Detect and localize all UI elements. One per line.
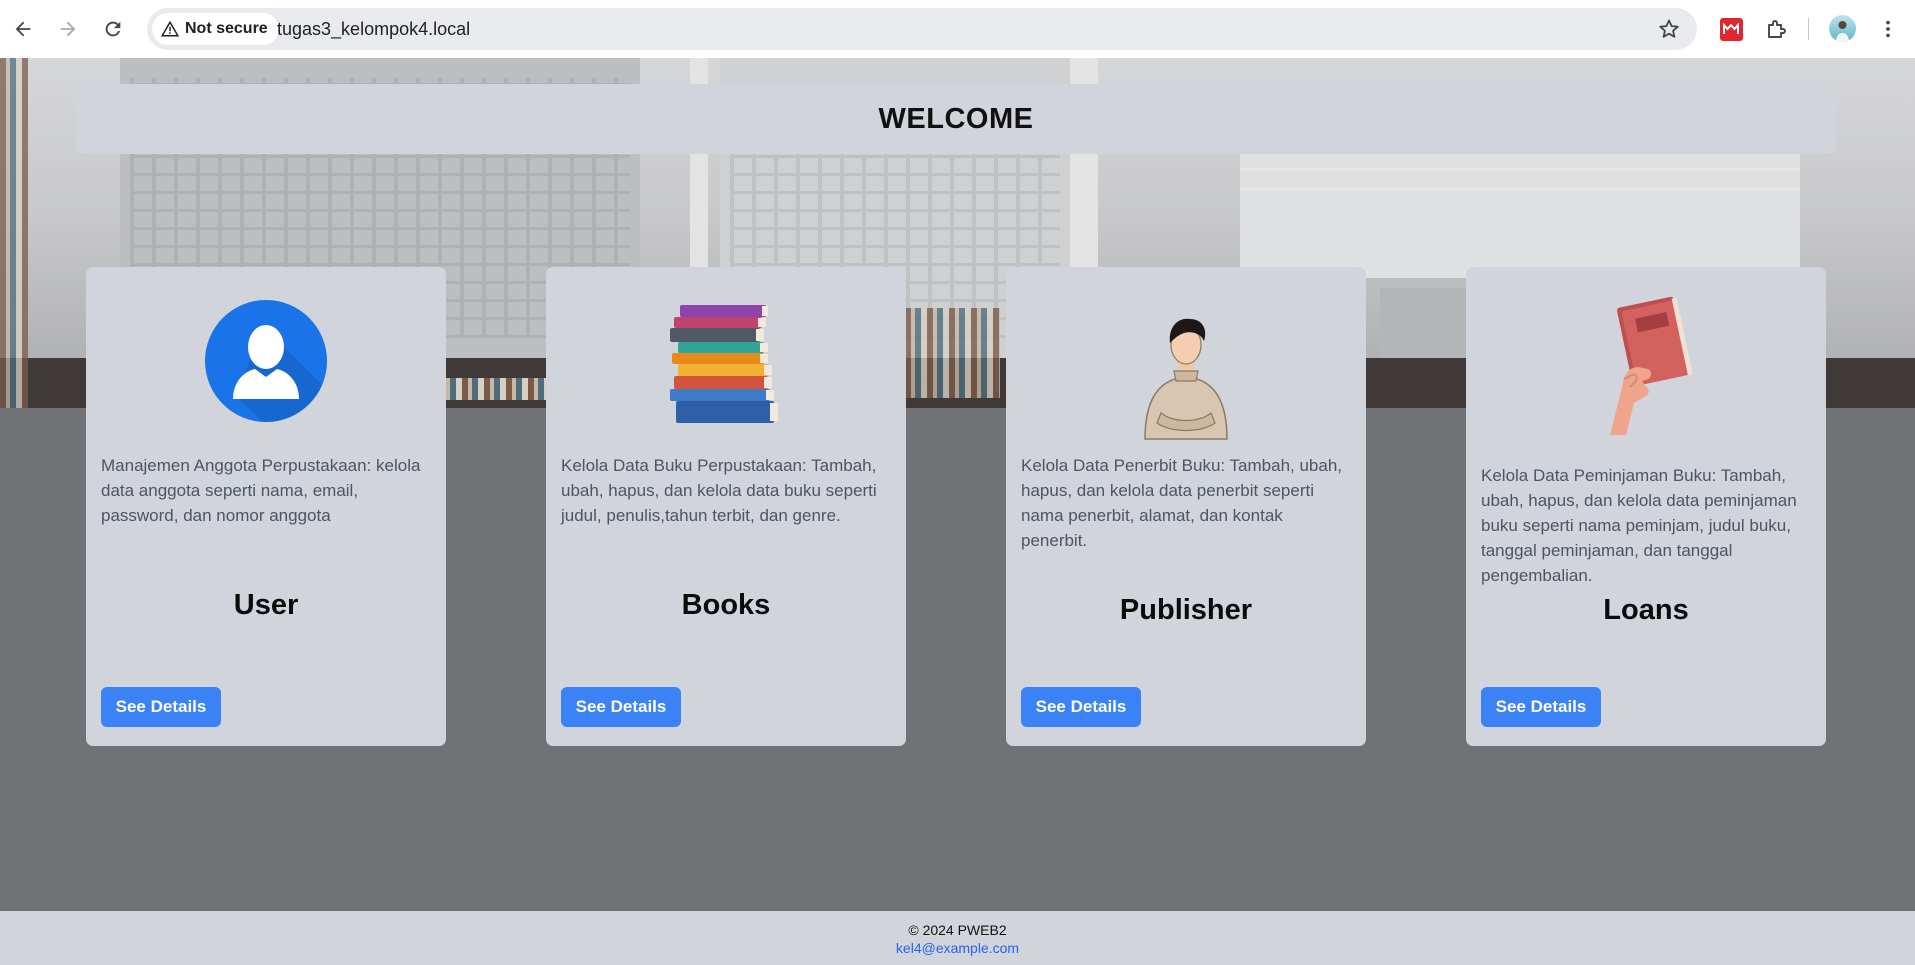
card-description: Kelola Data Peminjaman Buku: Tambah, uba…: [1481, 466, 1797, 585]
kebab-menu-icon: [1886, 20, 1890, 38]
card-description: Manajemen Anggota Perpustakaan: kelola d…: [101, 456, 421, 525]
page-footer: © 2024 PWEB2 kel4@example.com: [0, 911, 1915, 965]
warning-triangle-icon: [161, 20, 179, 37]
forward-arrow-icon: [60, 21, 76, 37]
back-button[interactable]: [6, 12, 40, 46]
hand-holding-book-illustration: [1466, 295, 1826, 435]
bookmark-star-icon[interactable]: [1657, 17, 1681, 41]
card-description: Kelola Data Penerbit Buku: Tambah, ubah,…: [1021, 456, 1343, 550]
address-bar[interactable]: Not secure tugas3_kelompok4.local: [147, 8, 1697, 50]
url-text[interactable]: tugas3_kelompok4.local: [277, 19, 470, 40]
card-books: Kelola Data Buku Perpustakaan: Tambah, u…: [546, 267, 906, 746]
card-title: Books: [681, 589, 771, 621]
card-title: Loans: [1603, 594, 1689, 626]
person-illustration: [1006, 315, 1366, 455]
card-loans: Kelola Data Peminjaman Buku: Tambah, uba…: [1466, 267, 1826, 746]
book-stack-illustration: [546, 303, 906, 443]
browser-toolbar: Not secure tugas3_kelompok4.local: [0, 0, 1915, 58]
publisher-see-details-button[interactable]: See Details: [1021, 687, 1141, 727]
footer-copyright: © 2024 PWEB2: [908, 922, 1007, 938]
welcome-banner: WELCOME: [76, 84, 1836, 154]
extension-red-icon: [1719, 17, 1743, 41]
card-publisher: Kelola Data Penerbit Buku: Tambah, ubah,…: [1006, 267, 1366, 746]
forward-button[interactable]: [51, 12, 85, 46]
page-title: WELCOME: [878, 102, 1034, 135]
card-title: Publisher: [1119, 594, 1253, 626]
user-see-details-button[interactable]: See Details: [101, 687, 221, 727]
site-security-chip[interactable]: Not secure: [152, 13, 279, 45]
reload-icon: [105, 21, 121, 37]
card-title: User: [233, 589, 299, 621]
loans-see-details-button[interactable]: See Details: [1481, 687, 1601, 727]
user-silhouette-icon: [86, 299, 446, 439]
extensions-button[interactable]: [1762, 14, 1792, 44]
toolbar-divider: [1808, 18, 1809, 40]
footer-email-link[interactable]: kel4@example.com: [0, 940, 1915, 956]
card-user: Manajemen Anggota Perpustakaan: kelola d…: [86, 267, 446, 746]
browser-menu-button[interactable]: [1871, 12, 1905, 46]
profile-avatar[interactable]: [1829, 15, 1856, 42]
back-arrow-icon: [15, 21, 31, 37]
reload-button[interactable]: [96, 12, 130, 46]
security-label: Not secure: [185, 20, 268, 37]
puzzle-extensions-icon: [1768, 20, 1786, 38]
extension-red-button[interactable]: [1716, 14, 1746, 44]
card-description: Kelola Data Buku Perpustakaan: Tambah, u…: [561, 456, 877, 525]
books-see-details-button[interactable]: See Details: [561, 687, 681, 727]
